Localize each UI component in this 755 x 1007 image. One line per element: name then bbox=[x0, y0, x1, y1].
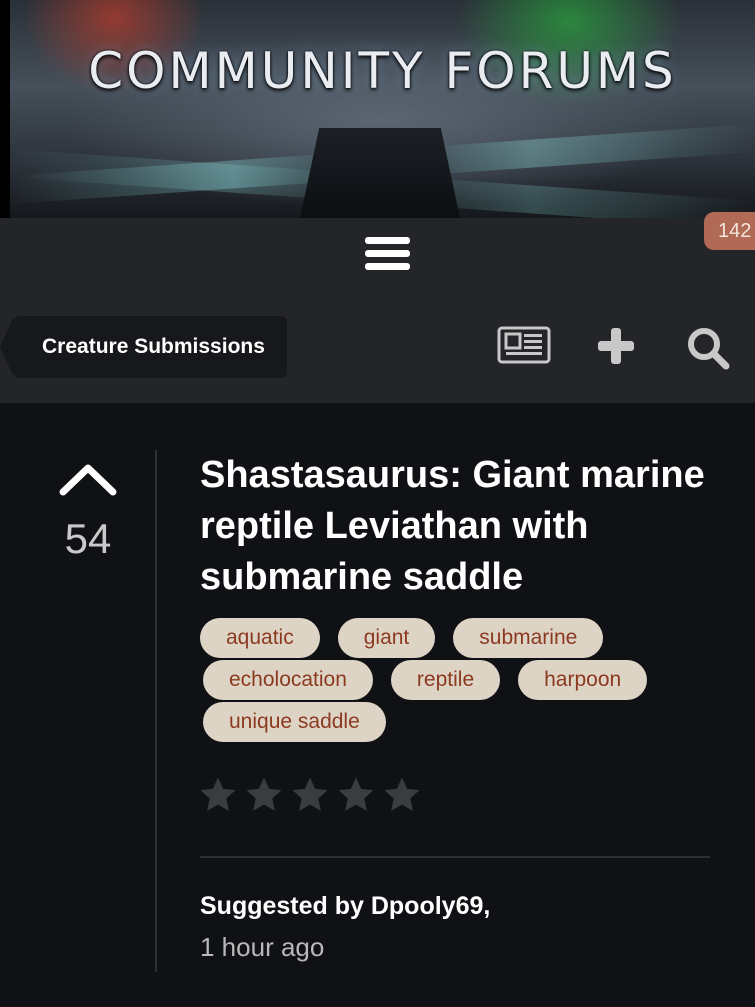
breadcrumb-creature-submissions[interactable]: Creature Submissions bbox=[0, 316, 287, 378]
upvote-chevron-icon[interactable] bbox=[58, 458, 118, 498]
menu-line bbox=[365, 250, 410, 257]
tag-harpoon[interactable]: harpoon bbox=[518, 660, 648, 700]
star-icon[interactable] bbox=[244, 775, 284, 815]
tag-submarine[interactable]: submarine bbox=[453, 618, 604, 658]
tag-aquatic[interactable]: aquatic bbox=[200, 618, 320, 658]
suggested-by[interactable]: Suggested by Dpooly69, bbox=[200, 892, 490, 921]
tag-unique-saddle[interactable]: unique saddle bbox=[203, 702, 386, 742]
star-icon[interactable] bbox=[198, 775, 238, 815]
menu-line bbox=[365, 263, 410, 270]
tag-list: aquatic giant submarine echolocation rep… bbox=[200, 618, 720, 742]
hamburger-menu-icon[interactable] bbox=[365, 237, 410, 275]
tag-echolocation[interactable]: echolocation bbox=[203, 660, 373, 700]
star-icon[interactable] bbox=[382, 775, 422, 815]
plus-icon[interactable] bbox=[596, 326, 636, 366]
star-icon[interactable] bbox=[290, 775, 330, 815]
tag-giant[interactable]: giant bbox=[337, 618, 436, 658]
vertical-divider bbox=[155, 450, 157, 972]
banner-title: COMMUNITY FORUMS bbox=[88, 42, 677, 100]
star-rating bbox=[198, 775, 422, 815]
notification-badge[interactable]: 142 bbox=[704, 212, 755, 250]
vote-column: 54 bbox=[40, 458, 136, 564]
horizontal-divider bbox=[200, 856, 710, 858]
search-icon[interactable] bbox=[686, 326, 730, 370]
post-title[interactable]: Shastasaurus: Giant marine reptile Levia… bbox=[200, 450, 720, 603]
vote-count: 54 bbox=[64, 515, 112, 562]
banner-edge bbox=[0, 0, 10, 218]
forum-banner[interactable]: COMMUNITY FORUMS bbox=[0, 0, 755, 218]
menu-line bbox=[365, 237, 410, 244]
star-icon[interactable] bbox=[336, 775, 376, 815]
banner-center-structure bbox=[300, 128, 460, 218]
post-timestamp: 1 hour ago bbox=[200, 932, 325, 962]
newspaper-icon[interactable] bbox=[497, 326, 551, 364]
tag-reptile[interactable]: reptile bbox=[390, 660, 501, 700]
